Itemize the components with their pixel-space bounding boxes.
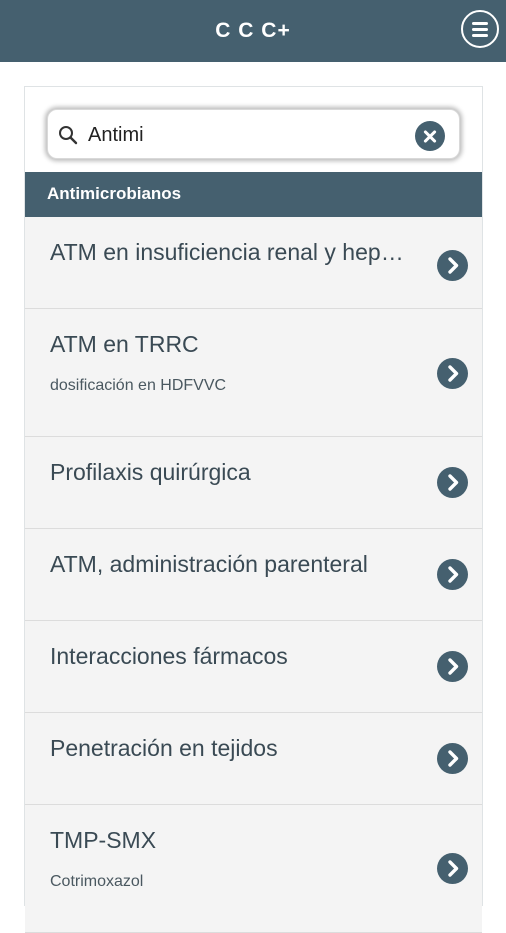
list-item-title: Penetración en tejidos (50, 735, 278, 761)
hamburger-icon (472, 20, 488, 38)
list-item[interactable]: TMP-SMX Cotrimoxazol (25, 805, 482, 933)
list-item-title: Profilaxis quirúrgica (50, 459, 251, 485)
chevron-right-icon[interactable] (437, 250, 468, 281)
list-item-title: ATM, administración parenteral (50, 551, 368, 577)
list-item-title: TMP-SMX (50, 827, 157, 853)
list-item-title: ATM en TRRC (50, 331, 199, 357)
list-item[interactable]: Profilaxis quirúrgica (25, 437, 482, 529)
list-item-title: Interacciones fármacos (50, 643, 288, 669)
chevron-right-icon[interactable] (437, 853, 468, 884)
list-item[interactable]: Penetración en tejidos (25, 713, 482, 805)
search-box[interactable] (47, 109, 460, 159)
app-title: C C C+ (215, 19, 291, 42)
list-item[interactable]: Interacciones fármacos (25, 621, 482, 713)
chevron-right-icon[interactable] (437, 743, 468, 774)
chevron-right-icon[interactable] (437, 559, 468, 590)
list-item[interactable]: ATM, administración parenteral (25, 529, 482, 621)
app-header: C C C+ (0, 0, 506, 62)
content-panel: Antimicrobianos ATM en insuficiencia ren… (24, 86, 483, 933)
search-input[interactable] (88, 120, 408, 150)
search-icon (58, 125, 78, 150)
chevron-right-icon[interactable] (437, 467, 468, 498)
list-item[interactable]: ATM en insuficiencia renal y hepática (25, 217, 482, 309)
menu-button[interactable] (461, 10, 499, 48)
list-item-subtitle: Cotrimoxazol (50, 873, 144, 890)
clear-icon[interactable] (415, 121, 445, 151)
section-header: Antimicrobianos (25, 172, 482, 217)
list-item-title: ATM en insuficiencia renal y hepática (50, 239, 414, 265)
list-item[interactable]: ATM en TRRC dosificación en HDFVVC (25, 309, 482, 437)
list-item-subtitle: dosificación en HDFVVC (50, 377, 227, 394)
chevron-right-icon[interactable] (437, 358, 468, 389)
results-list: ATM en insuficiencia renal y hepática AT… (25, 217, 482, 933)
chevron-right-icon[interactable] (437, 651, 468, 682)
